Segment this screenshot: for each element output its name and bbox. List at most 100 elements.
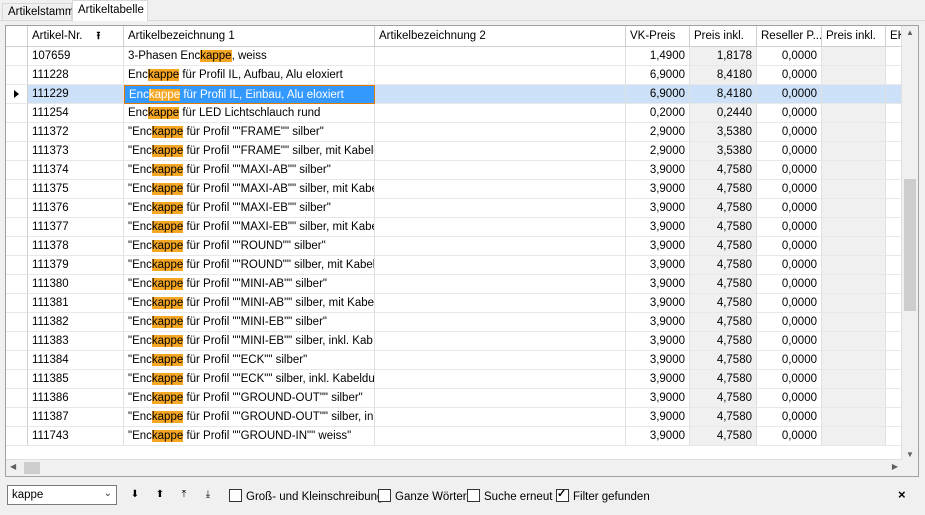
- cell-preis-inkl[interactable]: 4,7580: [690, 351, 757, 370]
- cell-artikelbezeichnung-2[interactable]: [375, 427, 626, 446]
- cell-artikelbezeichnung-2[interactable]: [375, 332, 626, 351]
- cell-artikelbezeichnung-1[interactable]: 3-Phasen Enckappe, weiss: [124, 47, 375, 66]
- cell-artikel-nr[interactable]: 111229: [28, 85, 124, 104]
- cell-artikelbezeichnung-1[interactable]: Enckappe für LED Lichtschlauch rund: [124, 104, 375, 123]
- table-row[interactable]: 111380 "Enckappe für Profil ""MINI-AB"" s…: [6, 275, 906, 294]
- row-indicator[interactable]: [6, 142, 28, 161]
- cell-artikelbezeichnung-2[interactable]: [375, 104, 626, 123]
- cell-vk-preis[interactable]: 3,9000: [626, 161, 690, 180]
- cell-artikel-nr[interactable]: 111386: [28, 389, 124, 408]
- column-header-artikel-nr[interactable]: Artikel-Nr. ⭱: [28, 26, 124, 46]
- table-row[interactable]: 111384 "Enckappe für Profil ""ECK"" silbe…: [6, 351, 906, 370]
- row-indicator[interactable]: [6, 256, 28, 275]
- cell-preis-inkl[interactable]: 4,7580: [690, 256, 757, 275]
- horizontal-scrollbar[interactable]: ◀ ▶: [6, 459, 902, 476]
- cell-artikelbezeichnung-1[interactable]: "Enckappe für Profil ""MAXI-EB"" silber": [124, 199, 375, 218]
- cell-artikel-nr[interactable]: 111376: [28, 199, 124, 218]
- row-indicator[interactable]: [6, 199, 28, 218]
- column-header-preis-inkl[interactable]: Preis inkl.: [690, 26, 757, 46]
- last-icon[interactable]: ⤓: [202, 489, 214, 501]
- cell-artikel-nr[interactable]: 111383: [28, 332, 124, 351]
- table-row[interactable]: 111254 Enckappe für LED Lichtschlauch run…: [6, 104, 906, 123]
- row-indicator[interactable]: [6, 332, 28, 351]
- cell-artikelbezeichnung-2[interactable]: [375, 275, 626, 294]
- table-row[interactable]: 111372 "Enckappe für Profil ""FRAME"" sil…: [6, 123, 906, 142]
- cell-vk-preis[interactable]: 3,9000: [626, 332, 690, 351]
- cell-reseller-preis[interactable]: 0,0000: [757, 180, 822, 199]
- tab-artikeltabelle[interactable]: Artikeltabelle: [72, 0, 148, 21]
- cell-reseller-preis[interactable]: 0,0000: [757, 123, 822, 142]
- cell-artikelbezeichnung-1[interactable]: "Enckappe für Profil ""ROUND"" silber": [124, 237, 375, 256]
- cell-artikelbezeichnung-2[interactable]: [375, 256, 626, 275]
- scroll-left-icon[interactable]: ◀: [10, 462, 16, 471]
- cell-preis-inkl-2[interactable]: [822, 237, 886, 256]
- cell-artikelbezeichnung-2[interactable]: [375, 161, 626, 180]
- cell-artikelbezeichnung-2[interactable]: [375, 123, 626, 142]
- cell-artikelbezeichnung-2[interactable]: [375, 294, 626, 313]
- cell-artikel-nr[interactable]: 107659: [28, 47, 124, 66]
- column-header-artikelbezeichnung-1[interactable]: Artikelbezeichnung 1: [124, 26, 375, 46]
- table-row[interactable]: 111373 "Enckappe für Profil ""FRAME"" sil…: [6, 142, 906, 161]
- cell-artikel-nr[interactable]: 111372: [28, 123, 124, 142]
- cell-vk-preis[interactable]: 1,4900: [626, 47, 690, 66]
- cell-vk-preis[interactable]: 3,9000: [626, 351, 690, 370]
- cell-preis-inkl-2[interactable]: [822, 85, 886, 104]
- cell-artikelbezeichnung-1[interactable]: "Enckappe für Profil ""GROUND-OUT"" silb…: [124, 408, 375, 427]
- cell-artikelbezeichnung-1[interactable]: "Enckappe für Profil ""GROUND-IN"" weiss…: [124, 427, 375, 446]
- cell-preis-inkl[interactable]: 4,7580: [690, 408, 757, 427]
- cell-preis-inkl-2[interactable]: [822, 408, 886, 427]
- scroll-down-icon[interactable]: ▼: [906, 450, 914, 459]
- cell-artikelbezeichnung-2[interactable]: [375, 180, 626, 199]
- cell-preis-inkl-2[interactable]: [822, 275, 886, 294]
- cell-vk-preis[interactable]: 3,9000: [626, 408, 690, 427]
- table-row[interactable]: 111387 "Enckappe für Profil ""GROUND-OUT"…: [6, 408, 906, 427]
- arrow-up-icon[interactable]: ⬆: [154, 489, 166, 501]
- cell-preis-inkl-2[interactable]: [822, 104, 886, 123]
- cell-artikel-nr[interactable]: 111375: [28, 180, 124, 199]
- table-row[interactable]: 111376 "Enckappe für Profil ""MAXI-EB"" s…: [6, 199, 906, 218]
- cell-vk-preis[interactable]: 2,9000: [626, 142, 690, 161]
- cell-artikelbezeichnung-1[interactable]: "Enckappe für Profil ""GROUND-OUT"" silb…: [124, 389, 375, 408]
- cell-vk-preis[interactable]: 6,9000: [626, 66, 690, 85]
- row-indicator[interactable]: [6, 237, 28, 256]
- row-indicator[interactable]: [6, 370, 28, 389]
- column-header-reseller-preis[interactable]: Reseller P...: [757, 26, 822, 46]
- cell-artikelbezeichnung-2[interactable]: [375, 47, 626, 66]
- table-row[interactable]: 111228 Enckappe für Profil IL, Aufbau, Al…: [6, 66, 906, 85]
- cell-artikel-nr[interactable]: 111380: [28, 275, 124, 294]
- cell-artikelbezeichnung-1[interactable]: "Enckappe für Profil ""MINI-AB"" silber,…: [124, 294, 375, 313]
- cell-artikelbezeichnung-1[interactable]: "Enckappe für Profil ""MAXI-EB"" silber,…: [124, 218, 375, 237]
- cell-preis-inkl-2[interactable]: [822, 161, 886, 180]
- row-indicator[interactable]: [6, 66, 28, 85]
- cell-preis-inkl[interactable]: 4,7580: [690, 427, 757, 446]
- cell-preis-inkl-2[interactable]: [822, 218, 886, 237]
- cell-reseller-preis[interactable]: 0,0000: [757, 85, 822, 104]
- cell-artikelbezeichnung-2[interactable]: [375, 351, 626, 370]
- cell-artikel-nr[interactable]: 111379: [28, 256, 124, 275]
- cell-reseller-preis[interactable]: 0,0000: [757, 332, 822, 351]
- cell-artikelbezeichnung-1[interactable]: "Enckappe für Profil ""ECK"" silber": [124, 351, 375, 370]
- arrow-down-icon[interactable]: ⬇: [129, 489, 141, 501]
- table-row[interactable]: 111378 "Enckappe für Profil ""ROUND"" sil…: [6, 237, 906, 256]
- horizontal-scroll-thumb[interactable]: [24, 462, 40, 474]
- cell-vk-preis[interactable]: 3,9000: [626, 218, 690, 237]
- cell-artikel-nr[interactable]: 111373: [28, 142, 124, 161]
- table-row[interactable]: 111381 "Enckappe für Profil ""MINI-AB"" s…: [6, 294, 906, 313]
- cell-artikelbezeichnung-1[interactable]: "Enckappe für Profil ""FRAME"" silber, m…: [124, 142, 375, 161]
- cell-reseller-preis[interactable]: 0,0000: [757, 351, 822, 370]
- row-indicator[interactable]: [6, 408, 28, 427]
- cell-preis-inkl-2[interactable]: [822, 256, 886, 275]
- cell-preis-inkl-2[interactable]: [822, 180, 886, 199]
- cell-preis-inkl-2[interactable]: [822, 332, 886, 351]
- cell-reseller-preis[interactable]: 0,0000: [757, 142, 822, 161]
- cell-preis-inkl[interactable]: 4,7580: [690, 332, 757, 351]
- cell-vk-preis[interactable]: 3,9000: [626, 237, 690, 256]
- cell-preis-inkl-2[interactable]: [822, 389, 886, 408]
- cell-reseller-preis[interactable]: 0,0000: [757, 47, 822, 66]
- row-indicator[interactable]: [6, 123, 28, 142]
- cell-vk-preis[interactable]: 3,9000: [626, 180, 690, 199]
- cell-preis-inkl-2[interactable]: [822, 427, 886, 446]
- cell-artikel-nr[interactable]: 111228: [28, 66, 124, 85]
- cell-vk-preis[interactable]: 6,9000: [626, 85, 690, 104]
- cell-artikelbezeichnung-2[interactable]: [375, 85, 626, 104]
